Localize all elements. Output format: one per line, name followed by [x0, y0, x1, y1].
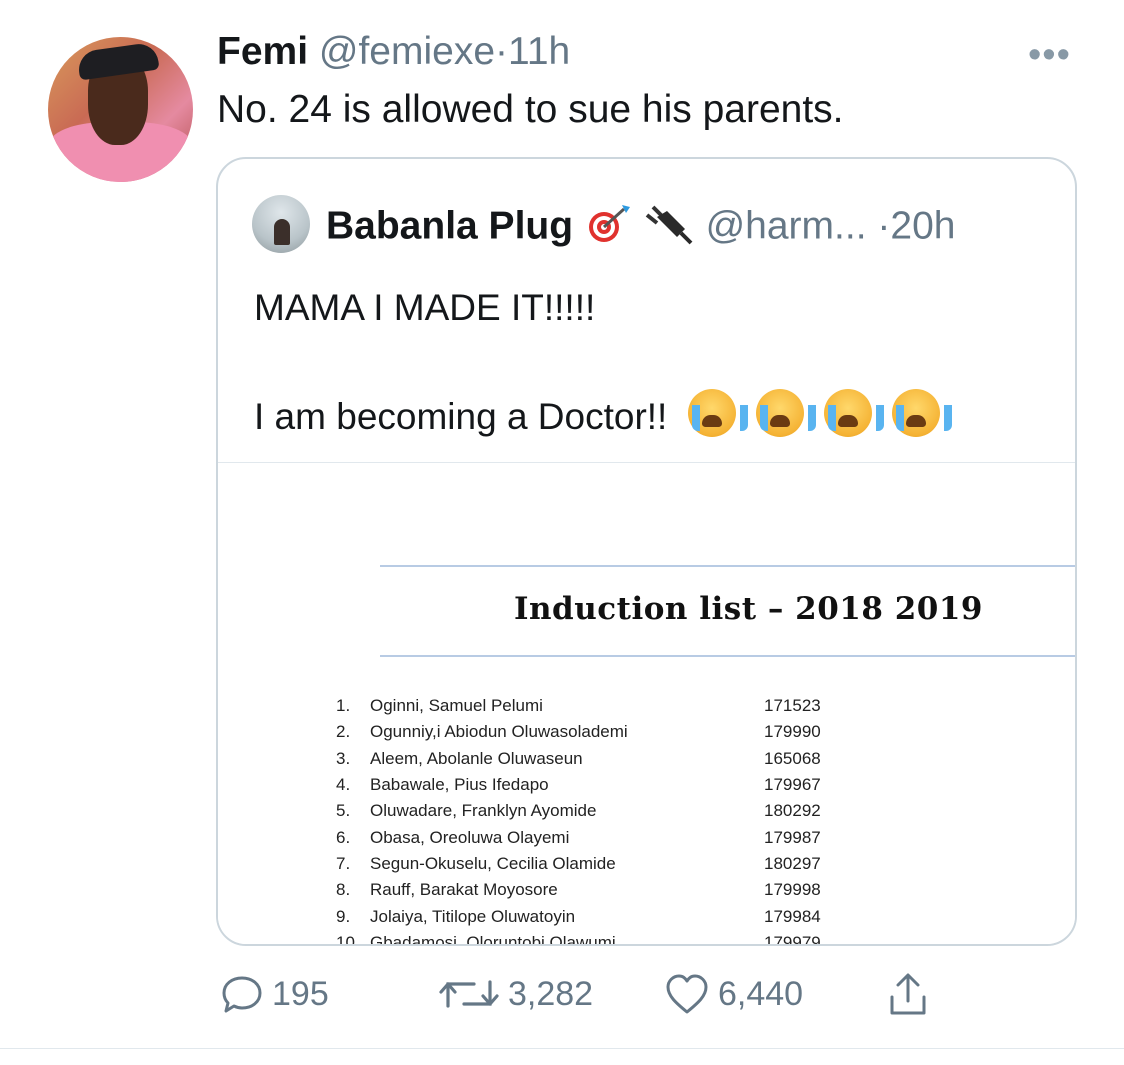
author-avatar[interactable]: [48, 37, 193, 182]
doc-rule-top: [380, 565, 1075, 567]
induction-row: 5. Oluwadare, Franklyn Ayomide 180292: [336, 798, 844, 824]
quoted-line-1: MAMA I MADE IT!!!!!: [254, 287, 596, 328]
avatar-person: [274, 219, 290, 245]
tweet-time[interactable]: 11h: [508, 30, 570, 73]
row-id: 180292: [764, 801, 821, 821]
reply-icon: [222, 976, 262, 1013]
more-icon[interactable]: •••: [1028, 34, 1071, 77]
quoted-blank-line: [254, 335, 940, 389]
row-name: Obasa, Oreoluwa Olayemi: [370, 827, 570, 847]
row-id: 165068: [764, 748, 821, 768]
induction-row: 1. Oginni, Samuel Pelumi 171523: [336, 693, 844, 719]
induction-table: 1. Oginni, Samuel Pelumi 171523 2. Ogunniy,i…: [336, 693, 844, 946]
author-handle[interactable]: @femiexe: [319, 30, 495, 73]
quoted-media-image[interactable]: Induction list – 2018 2019 1. Oginni, Sam…: [218, 463, 1075, 946]
induction-row: 8. Rauff, Barakat Moyosore 179998: [336, 877, 844, 903]
row-name: Gbadamosi, Oloruntobi Olawumi: [370, 932, 616, 946]
row-number: 2.: [336, 722, 351, 742]
reply-count: 195: [272, 974, 329, 1013]
row-number: 9.: [336, 906, 351, 926]
crying-face-icon: [892, 389, 953, 437]
row-name: Segun-Okuselu, Cecilia Olamide: [370, 853, 616, 873]
crying-face-icon: [687, 389, 748, 437]
induction-row: 10 Gbadamosi, Oloruntobi Olawumi 179979: [336, 930, 844, 946]
dart-target-icon: [584, 201, 632, 255]
crying-face-icon: [824, 389, 885, 437]
tweet-header: Femi @femiexe·11h: [217, 30, 570, 74]
action-bar: 195 3,282 6,440: [220, 970, 980, 1018]
row-name: Rauff, Barakat Moyosore: [370, 880, 558, 900]
share-button[interactable]: [886, 970, 938, 1018]
quoted-line-2-wrap: I am becoming a Doctor!!: [254, 389, 953, 444]
induction-row: 9. Jolaiya, Titilope Oluwatoyin 179984: [336, 903, 844, 929]
row-name: Oginni, Samuel Pelumi: [370, 696, 543, 716]
quoted-author-avatar[interactable]: [252, 195, 310, 253]
plug-icon: [643, 201, 695, 255]
row-name: Ogunniy,i Abiodun Oluwasolademi: [370, 722, 628, 742]
doc-rule-bottom: [380, 655, 1075, 657]
row-id: 171523: [764, 696, 821, 716]
quoted-line-2: I am becoming a Doctor!!: [254, 396, 668, 437]
doc-title: Induction list – 2018 2019: [514, 591, 983, 627]
author-name[interactable]: Femi: [217, 30, 308, 73]
retweet-count: 3,282: [508, 974, 594, 1013]
row-name: Oluwadare, Franklyn Ayomide: [370, 801, 597, 821]
quoted-separator: ·: [877, 204, 891, 248]
quoted-time[interactable]: 20h: [890, 204, 955, 247]
row-name: Babawale, Pius Ifedapo: [370, 775, 549, 795]
row-number: 8.: [336, 880, 351, 900]
induction-row: 2. Ogunniy,i Abiodun Oluwasolademi 179990: [336, 719, 844, 745]
tweet-text: No. 24 is allowed to sue his parents.: [217, 88, 844, 131]
row-number: 3.: [336, 748, 351, 768]
retweet-icon: [439, 980, 499, 1008]
share-icon: [890, 973, 926, 1015]
row-number: 4.: [336, 775, 351, 795]
quoted-tweet[interactable]: Babanla Plug @harm... ·20h MAMA I MADE I…: [216, 157, 1077, 946]
row-number: 6.: [336, 827, 351, 847]
bottom-divider: [0, 1048, 1124, 1049]
row-id: 179987: [764, 827, 821, 847]
like-button[interactable]: 6,440: [664, 970, 803, 1018]
row-number: 5.: [336, 801, 351, 821]
quoted-text: MAMA I MADE IT!!!!! I am becoming a Doct…: [254, 281, 953, 444]
row-number: 7.: [336, 853, 351, 873]
header-separator: ·: [495, 30, 509, 73]
induction-row: 4. Babawale, Pius Ifedapo 179967: [336, 772, 844, 798]
row-id: 179990: [764, 722, 821, 742]
row-id: 179998: [764, 880, 821, 900]
quoted-header: Babanla Plug @harm... ·20h: [326, 201, 955, 255]
row-id: 179984: [764, 906, 821, 926]
row-number: 10: [336, 932, 355, 946]
row-name: Jolaiya, Titilope Oluwatoyin: [370, 906, 576, 926]
row-id: 180297: [764, 853, 821, 873]
quoted-author-name[interactable]: Babanla Plug: [326, 204, 573, 247]
induction-row: 6. Obasa, Oreoluwa Olayemi 179987: [336, 824, 844, 850]
row-id: 179967: [764, 775, 821, 795]
induction-row: 7. Segun-Okuselu, Cecilia Olamide 180297: [336, 851, 844, 877]
row-number: 1.: [336, 696, 351, 716]
row-id: 179979: [764, 932, 821, 946]
quoted-author-handle[interactable]: @harm...: [706, 204, 867, 247]
reply-button[interactable]: 195: [220, 970, 329, 1018]
retweet-button[interactable]: 3,282: [438, 970, 593, 1018]
avatar-cap: [76, 41, 160, 81]
crying-face-icon: [755, 389, 816, 437]
induction-row: 3. Aleem, Abolanle Oluwaseun 165068: [336, 746, 844, 772]
like-count: 6,440: [718, 974, 804, 1013]
heart-icon: [666, 974, 708, 1014]
row-name: Aleem, Abolanle Oluwaseun: [370, 748, 583, 768]
